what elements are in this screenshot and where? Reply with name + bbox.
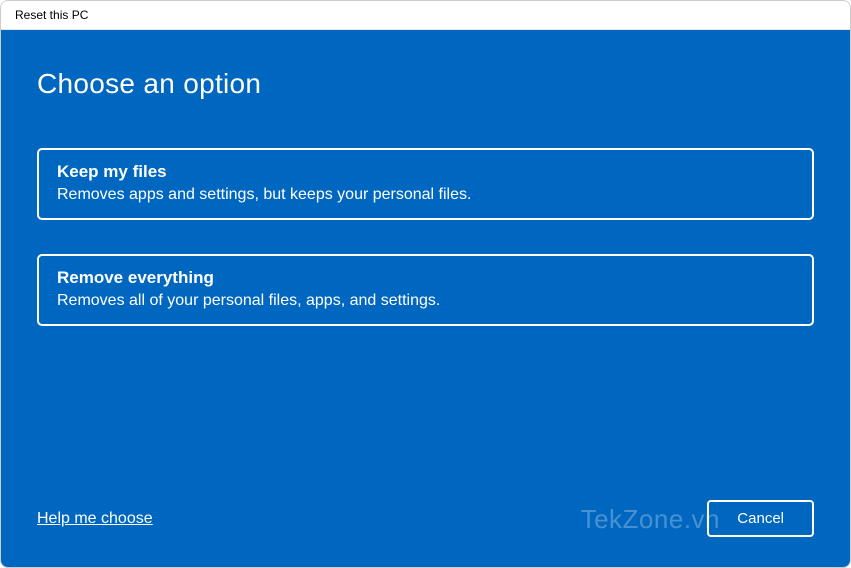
help-me-choose-link[interactable]: Help me choose: [37, 510, 153, 528]
keep-my-files-option[interactable]: Keep my files Removes apps and settings,…: [37, 148, 814, 220]
window-title-bar: Reset this PC: [1, 1, 850, 30]
option-description: Removes all of your personal files, apps…: [57, 292, 794, 310]
options-container: Keep my files Removes apps and settings,…: [37, 148, 814, 326]
window-title: Reset this PC: [15, 8, 88, 22]
content-area: Choose an option Keep my files Removes a…: [1, 30, 850, 567]
option-title: Keep my files: [57, 162, 794, 182]
remove-everything-option[interactable]: Remove everything Removes all of your pe…: [37, 254, 814, 326]
cancel-button[interactable]: Cancel: [707, 500, 814, 537]
option-title: Remove everything: [57, 268, 794, 288]
option-description: Removes apps and settings, but keeps you…: [57, 186, 794, 204]
reset-pc-window: Reset this PC Choose an option Keep my f…: [0, 0, 851, 568]
footer: Help me choose Cancel: [37, 500, 814, 537]
page-heading: Choose an option: [37, 68, 814, 100]
